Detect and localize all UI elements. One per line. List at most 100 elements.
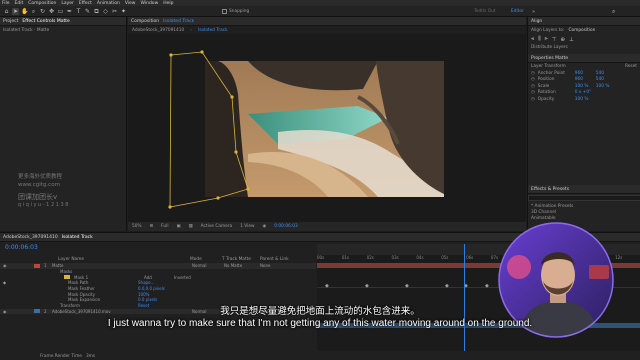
layer-name[interactable]: Matte (52, 263, 192, 268)
property-value[interactable]: 540 (596, 77, 604, 82)
transparency-icon[interactable]: ▦ (189, 224, 193, 229)
property-value[interactable]: 100 % (596, 84, 610, 89)
pan-tool-icon[interactable]: ✥ (48, 8, 55, 15)
align-hcenter-icon[interactable]: ⫼ (538, 36, 541, 43)
composition-viewer[interactable] (128, 34, 526, 222)
reset-button[interactable]: Reset (625, 64, 637, 69)
workspace-tab-dim[interactable]: Tedits Out (474, 9, 496, 14)
resolution-dropdown[interactable]: Full (161, 224, 168, 229)
align-to-dropdown[interactable]: Composition (569, 28, 596, 33)
snapping-toggle[interactable]: Snapping (222, 9, 249, 14)
mask-vertex[interactable] (169, 53, 173, 57)
snapping-checkbox[interactable] (222, 9, 227, 14)
zoom-dropdown[interactable]: 50% (132, 224, 142, 229)
tab-project[interactable]: Project (3, 19, 18, 24)
align-right-icon[interactable]: ⫸ (545, 36, 548, 43)
label-color[interactable] (34, 263, 40, 268)
align-panel-title[interactable]: Align (531, 19, 542, 24)
clone-tool-icon[interactable]: ⧉ (93, 8, 100, 15)
mask-vertex[interactable] (234, 150, 238, 154)
viewer-timecode[interactable]: 0:00:06:03 (274, 224, 297, 229)
brush-tool-icon[interactable]: ✎ (84, 8, 91, 15)
puppet-tool-icon[interactable]: ✦ (120, 8, 127, 15)
mask-vertex[interactable] (200, 50, 204, 54)
menu-animation[interactable]: Animation (97, 1, 120, 6)
align-left-icon[interactable]: ⫷ (531, 36, 534, 43)
mask-name[interactable]: Mask 1 (74, 275, 144, 280)
menu-layer[interactable]: Layer (61, 1, 74, 6)
mask-feather-property[interactable]: Mask Feather (68, 286, 138, 291)
menu-file[interactable]: File (2, 1, 10, 6)
property-value[interactable]: 960 (575, 77, 593, 82)
mask-expansion-property[interactable]: Mask Expansion (68, 297, 138, 302)
snapshot-icon[interactable]: ◉ (262, 224, 266, 229)
eraser-tool-icon[interactable]: ◇ (102, 8, 109, 15)
playhead[interactable] (464, 244, 465, 351)
stopwatch-icon[interactable]: ◷ (531, 71, 535, 76)
mask-opacity-property[interactable]: Mask Opacity (68, 292, 138, 297)
composition-tab-name[interactable]: Isolated Track (163, 19, 194, 24)
mask-opacity-value[interactable]: 100% (138, 292, 149, 297)
timeline-tab-active[interactable]: Isolated Track (62, 235, 93, 240)
menu-composition[interactable]: Composition (28, 1, 56, 6)
property-value[interactable]: 540 (596, 71, 604, 76)
mask-mode[interactable]: Add (144, 275, 174, 280)
timeline-tab[interactable]: AdobeStock_397091410 (3, 235, 58, 240)
property-value[interactable]: 100 % (575, 97, 593, 102)
layer-track-matte[interactable]: No Matte (224, 263, 260, 268)
column-track-matte[interactable]: T Track Matte (222, 257, 256, 262)
region-icon[interactable]: ▣ (177, 224, 181, 229)
stopwatch-icon[interactable]: ◷ (531, 77, 535, 82)
hand-tool-icon[interactable]: ✋ (21, 8, 28, 15)
layer-mode[interactable]: Normal (192, 263, 224, 268)
column-parent[interactable]: Parent & Link (260, 257, 289, 262)
layer-parent[interactable]: None (260, 263, 270, 268)
selection-tool-icon[interactable]: ➤ (12, 8, 19, 15)
mask-vertex[interactable] (168, 205, 172, 209)
column-mode[interactable]: Mode (190, 257, 218, 262)
property-value[interactable]: 100 % (575, 84, 593, 89)
search-icon[interactable]: ⌕ (612, 8, 615, 16)
keyframe[interactable]: ◆ (325, 283, 329, 289)
align-top-icon[interactable]: ⊤ (552, 37, 557, 43)
masks-group[interactable]: Masks (60, 269, 72, 274)
mask-feather-value[interactable]: 0.0,0.0 pixels (138, 286, 165, 291)
mask-path-property[interactable]: Mask Path (68, 280, 138, 285)
stopwatch-icon[interactable]: ◷ (531, 97, 535, 102)
align-bottom-icon[interactable]: ⊥ (569, 37, 574, 43)
tab-effect-controls[interactable]: Effect Controls Matte (22, 19, 69, 24)
mask-vertex[interactable] (246, 187, 250, 191)
effects-panel-title[interactable]: Effects & Presets (531, 187, 569, 192)
property-value[interactable]: 0 x +0° (575, 90, 593, 95)
breadcrumb-item[interactable]: AdobeStock_397091410 (132, 28, 184, 33)
roto-tool-icon[interactable]: ✂ (111, 8, 118, 15)
mask-vertex[interactable] (216, 196, 220, 200)
menu-effect[interactable]: Effect (79, 1, 92, 6)
views-dropdown[interactable]: 1 View (240, 224, 254, 229)
grid-icon[interactable]: ⊞ (150, 224, 154, 229)
menu-window[interactable]: Window (141, 1, 159, 6)
camera-dropdown[interactable]: Active Camera (201, 224, 233, 229)
align-vcenter-icon[interactable]: ⊕ (561, 37, 566, 43)
workspace-tab-editor[interactable]: Editor (511, 9, 524, 14)
menu-edit[interactable]: Edit (15, 1, 24, 6)
mask-vertex[interactable] (230, 95, 234, 99)
zoom-tool-icon[interactable]: ⌕ (30, 8, 37, 15)
pen-tool-icon[interactable]: ✒ (66, 8, 73, 15)
stopwatch-icon[interactable]: ◷ (531, 84, 535, 89)
composition-tab-label[interactable]: Composition (131, 19, 159, 24)
property-value[interactable]: 960 (575, 71, 593, 76)
stopwatch-icon[interactable]: ◷ (531, 90, 535, 95)
mask-color[interactable] (64, 275, 70, 280)
mask-path-value[interactable]: Shape... (138, 280, 154, 285)
mask-inverted[interactable]: Inverted (174, 275, 191, 280)
properties-panel-title[interactable]: Properties Matte (531, 56, 568, 61)
keyframe[interactable]: ◆ (485, 283, 489, 289)
orbit-tool-icon[interactable]: ↻ (39, 8, 46, 15)
menu-view[interactable]: View (125, 1, 136, 6)
mask-expansion-value[interactable]: 0.0 pixels (138, 297, 157, 302)
type-tool-icon[interactable]: T (75, 8, 82, 15)
menu-help[interactable]: Help (163, 1, 173, 6)
effects-search-input[interactable] (528, 195, 640, 201)
keyframe[interactable]: ◆ (365, 283, 369, 289)
